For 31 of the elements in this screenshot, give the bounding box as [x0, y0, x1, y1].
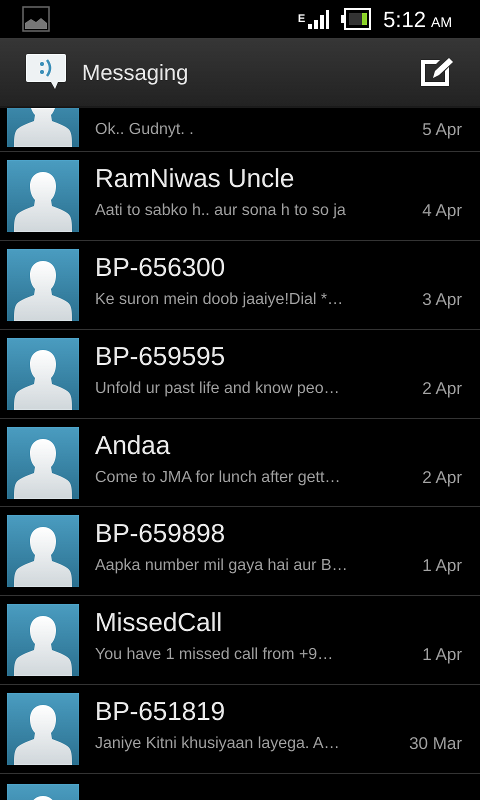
app-title: Messaging — [82, 58, 190, 87]
message-date: 2 Apr — [422, 466, 462, 489]
message-preview: Ke suron mein doob jaaiye!Dial *… — [95, 290, 344, 310]
contact-name: BP-656300 — [95, 250, 226, 284]
contact-name: RamNiwas Uncle — [95, 162, 296, 195]
message-date: 5 Apr — [422, 118, 462, 141]
message-preview: You have 1 missed call from +9… — [95, 645, 334, 666]
contact-name: BP-651819 — [95, 695, 226, 728]
compose-button[interactable] — [420, 57, 454, 87]
contact-name: BP-659595 — [95, 340, 226, 373]
message-preview: Unfold ur past life and know peo… — [95, 378, 340, 399]
message-date: 1 Apr — [422, 555, 462, 578]
signal-icon — [307, 9, 330, 29]
contact-name: BP-659898 — [95, 517, 226, 550]
message-preview: Come to JMA for lunch after gett… — [95, 468, 340, 488]
message-date: 30 Mar — [409, 733, 462, 756]
battery-icon — [341, 8, 372, 30]
clock: 5:12 AM — [383, 6, 452, 34]
message-date: 4 Apr — [422, 200, 462, 222]
message-preview: Ok.. Gudnyt. . — [95, 120, 194, 140]
message-preview: Aati to sabko h.. aur sona h to so ja — [95, 200, 346, 221]
message-preview: Aapka number mil gaya hai aur B… — [95, 556, 348, 576]
message-preview: Janiye Kitni khusiyaan layega. A… — [95, 734, 340, 754]
contact-name: Andaa — [95, 428, 172, 462]
speech-bubble-logo — [25, 53, 67, 91]
contact-name: MissedCall — [95, 606, 224, 640]
message-date: 2 Apr — [422, 378, 462, 400]
network-type: E — [298, 14, 306, 24]
message-date: 3 Apr — [422, 288, 462, 311]
picture-notification-icon — [22, 6, 50, 32]
message-date: 1 Apr — [422, 644, 462, 666]
